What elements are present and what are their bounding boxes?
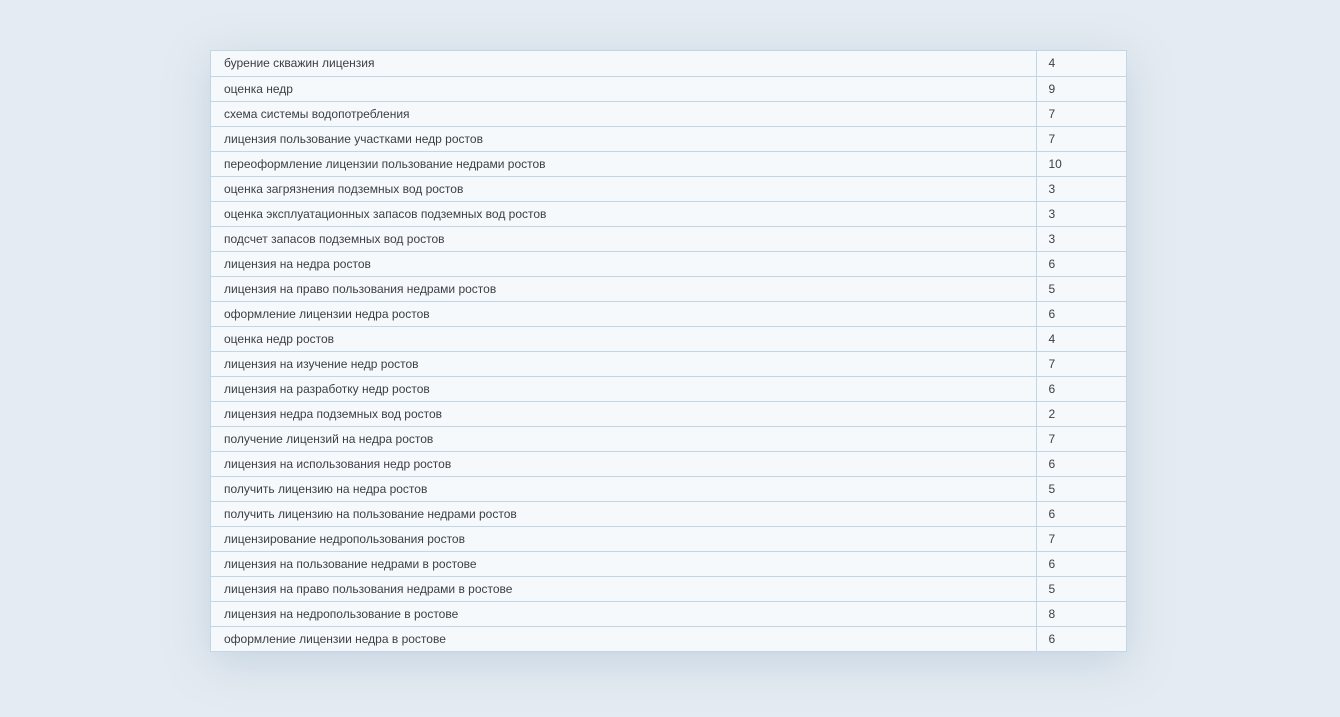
keyword-cell: оценка загрязнения подземных вод ростов: [211, 175, 1036, 201]
keyword-cell: лицензия на право пользования недрами в …: [211, 575, 1036, 601]
count-cell: 4: [1035, 325, 1126, 351]
keyword-cell: получить лицензию на недра ростов: [211, 475, 1036, 501]
count-cell: 3: [1035, 200, 1126, 226]
count-cell: 7: [1035, 100, 1126, 126]
count-cell: 6: [1035, 375, 1126, 401]
count-cell: 7: [1035, 525, 1126, 551]
keyword-cell: оценка недр: [211, 75, 1036, 101]
table-row: получить лицензию на пользование недрами…: [211, 500, 1126, 526]
table-row: оценка эксплуатационных запасов подземны…: [211, 200, 1126, 226]
count-cell: 7: [1035, 425, 1126, 451]
keyword-cell: оформление лицензии недра ростов: [211, 300, 1036, 326]
keyword-cell: получить лицензию на пользование недрами…: [211, 500, 1036, 526]
table-row: получение лицензий на недра ростов 7: [211, 425, 1126, 451]
table-row: оформление лицензии недра в ростове 6: [211, 625, 1126, 651]
count-cell: 6: [1035, 450, 1126, 476]
count-cell: 6: [1035, 250, 1126, 276]
keyword-cell: лицензия недра подземных вод ростов: [211, 400, 1036, 426]
table-row: лицензия на пользование недрами в ростов…: [211, 550, 1126, 576]
table-row: оценка недр ростов 4: [211, 325, 1126, 351]
table-row: лицензирование недропользования ростов 7: [211, 525, 1126, 551]
keyword-cell: лицензия на изучение недр ростов: [211, 350, 1036, 376]
keyword-cell: лицензия на использования недр ростов: [211, 450, 1036, 476]
keyword-cell: лицензия на недра ростов: [211, 250, 1036, 276]
keyword-cell: схема системы водопотребления: [211, 100, 1036, 126]
table-row: лицензия недра подземных вод ростов 2: [211, 400, 1126, 426]
table-row: лицензия на изучение недр ростов 7: [211, 350, 1126, 376]
keyword-cell: лицензия пользование участками недр рост…: [211, 125, 1036, 151]
keyword-cell: подсчет запасов подземных вод ростов: [211, 225, 1036, 251]
count-cell: 5: [1035, 475, 1126, 501]
keyword-table-body: бурение скважин лицензия 4 оценка недр 9 схе…: [211, 51, 1126, 651]
table-row: схема системы водопотребления 7: [211, 100, 1126, 126]
count-cell: 3: [1035, 225, 1126, 251]
table-row: оформление лицензии недра ростов 6: [211, 300, 1126, 326]
count-cell: 6: [1035, 500, 1126, 526]
table-row: подсчет запасов подземных вод ростов 3: [211, 225, 1126, 251]
count-cell: 6: [1035, 625, 1126, 651]
table-row: переоформление лицензии пользование недр…: [211, 150, 1126, 176]
table-row: лицензия на недра ростов 6: [211, 250, 1126, 276]
keyword-cell: лицензирование недропользования ростов: [211, 525, 1036, 551]
keyword-cell: переоформление лицензии пользование недр…: [211, 150, 1036, 176]
keyword-cell: лицензия на разработку недр ростов: [211, 375, 1036, 401]
keyword-cell: лицензия на право пользования недрами ро…: [211, 275, 1036, 301]
keyword-cell: лицензия на пользование недрами в ростов…: [211, 550, 1036, 576]
keyword-cell: бурение скважин лицензия: [224, 56, 375, 71]
keyword-cell: лицензия на недропользование в ростове: [211, 600, 1036, 626]
table-row: оценка загрязнения подземных вод ростов 3: [211, 175, 1126, 201]
count-cell: 10: [1035, 150, 1126, 176]
count-cell: 6: [1035, 300, 1126, 326]
count-cell: 3: [1035, 175, 1126, 201]
table-row: лицензия на недропользование в ростове 8: [211, 600, 1126, 626]
table-row: лицензия на право пользования недрами в …: [211, 575, 1126, 601]
table-row: лицензия на разработку недр ростов 6: [211, 375, 1126, 401]
table-row: лицензия на право пользования недрами ро…: [211, 275, 1126, 301]
count-cell: 7: [1035, 125, 1126, 151]
keyword-table-card: бурение скважин лицензия 4 оценка недр 9 схе…: [210, 50, 1127, 652]
count-cell: 6: [1035, 550, 1126, 576]
table-row: оценка недр 9: [211, 75, 1126, 101]
table-row: лицензия на использования недр ростов 6: [211, 450, 1126, 476]
count-cell: 5: [1035, 575, 1126, 601]
keyword-cell: получение лицензий на недра ростов: [211, 425, 1036, 451]
table-row: лицензия пользование участками недр рост…: [211, 125, 1126, 151]
count-cell: 7: [1035, 350, 1126, 376]
keyword-cell: оценка недр ростов: [211, 325, 1036, 351]
count-cell: 9: [1035, 75, 1126, 101]
count-cell: 2: [1035, 400, 1126, 426]
count-cell: 8: [1035, 600, 1126, 626]
keyword-cell: оформление лицензии недра в ростове: [211, 625, 1036, 651]
count-cell: 5: [1035, 275, 1126, 301]
table-row: получить лицензию на недра ростов 5: [211, 475, 1126, 501]
count-cell: 4: [1035, 51, 1126, 76]
table-row: бурение скважин лицензия 4: [211, 51, 1126, 76]
keyword-table: бурение скважин лицензия 4 оценка недр 9 схе…: [211, 51, 1126, 651]
keyword-cell: оценка эксплуатационных запасов подземны…: [211, 200, 1036, 226]
